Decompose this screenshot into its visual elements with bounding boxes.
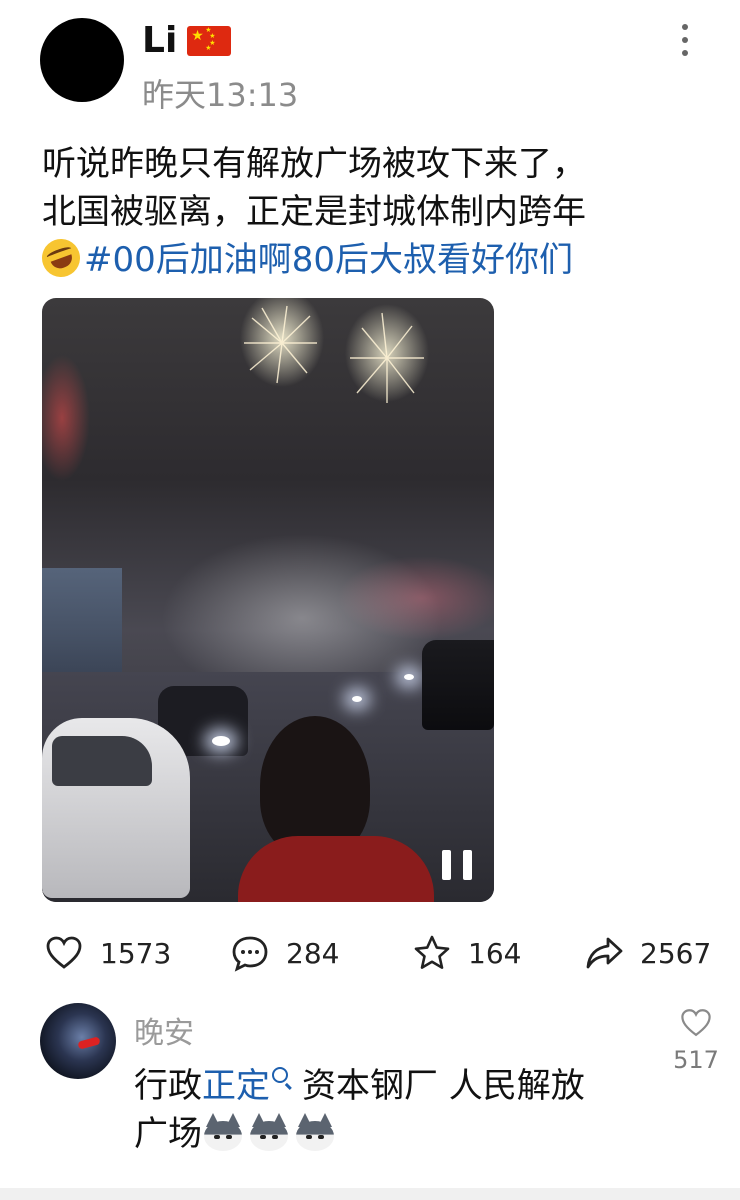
headlight-graphic: [212, 736, 230, 746]
comment-text-segment: 资本钢厂 人民解放: [302, 1066, 585, 1106]
comment-like-button[interactable]: 517: [673, 1006, 719, 1074]
post-hashtag-line: #00后加油啊80后大叔看好你们: [36, 233, 702, 284]
car-graphic: [42, 718, 190, 898]
heart-icon: [46, 936, 82, 969]
husky-dog-emoji-icon: [294, 1113, 336, 1153]
husky-dog-emoji-icon: [248, 1113, 290, 1153]
comment-text-line: 广场: [134, 1110, 674, 1158]
share-arrow-icon: [586, 937, 623, 969]
more-options-icon[interactable]: [672, 22, 698, 58]
comment-button[interactable]: 284: [230, 928, 339, 978]
pause-icon[interactable]: [442, 850, 472, 880]
star-icon: [414, 935, 450, 969]
like-button[interactable]: 1573: [44, 928, 171, 978]
post-author[interactable]: Li ★ ★ ★ ★ ★: [142, 20, 232, 61]
like-count: 1573: [100, 936, 172, 970]
heart-icon: [681, 1009, 711, 1037]
post-timestamp: 昨天13:13: [142, 76, 299, 114]
comment-bubble-icon: [232, 936, 268, 972]
commenter-name[interactable]: 晚安: [134, 1008, 194, 1052]
post-text-line: 听说昨晚只有解放广场被攻下来了，: [42, 144, 586, 184]
commenter-avatar[interactable]: [40, 1003, 116, 1079]
post-text-line: 北国被驱离，正定是封城体制内跨年: [42, 192, 586, 232]
bottom-divider: [0, 1188, 740, 1200]
share-button[interactable]: 2567: [584, 928, 711, 978]
favorite-button[interactable]: 164: [412, 928, 521, 978]
user-avatar[interactable]: [40, 18, 124, 102]
person-graphic: [238, 716, 434, 902]
laughing-emoji-icon: [36, 233, 86, 283]
comment-text-segment: 广场: [134, 1114, 202, 1154]
username[interactable]: Li: [142, 20, 177, 61]
comment-link[interactable]: 正定: [202, 1066, 270, 1106]
headlight-graphic: [404, 674, 414, 680]
post-action-bar: 1573 284 164 2567: [42, 928, 711, 978]
share-count: 2567: [640, 936, 712, 970]
comment-like-count: 517: [673, 1046, 719, 1074]
husky-dog-emoji-icon: [202, 1113, 244, 1153]
hashtag-link[interactable]: #00后加油啊80后大叔看好你们: [84, 240, 573, 280]
search-icon[interactable]: [272, 1067, 288, 1083]
favorite-count: 164: [468, 936, 522, 970]
post-text: 听说昨晚只有解放广场被攻下来了， 北国被驱离，正定是封城体制内跨年 #00后加油…: [36, 140, 702, 284]
headlight-graphic: [352, 696, 362, 702]
china-flag-icon: ★ ★ ★ ★ ★: [187, 25, 232, 56]
comment-count: 284: [286, 936, 340, 970]
video-player[interactable]: [42, 298, 494, 902]
comment-text-segment: 行政: [134, 1066, 202, 1106]
comment-text: 行政正定 资本钢厂 人民解放 广场: [134, 1062, 674, 1158]
fireworks-graphic: [244, 305, 424, 403]
comment-text-line: 行政正定 资本钢厂 人民解放: [134, 1062, 674, 1110]
